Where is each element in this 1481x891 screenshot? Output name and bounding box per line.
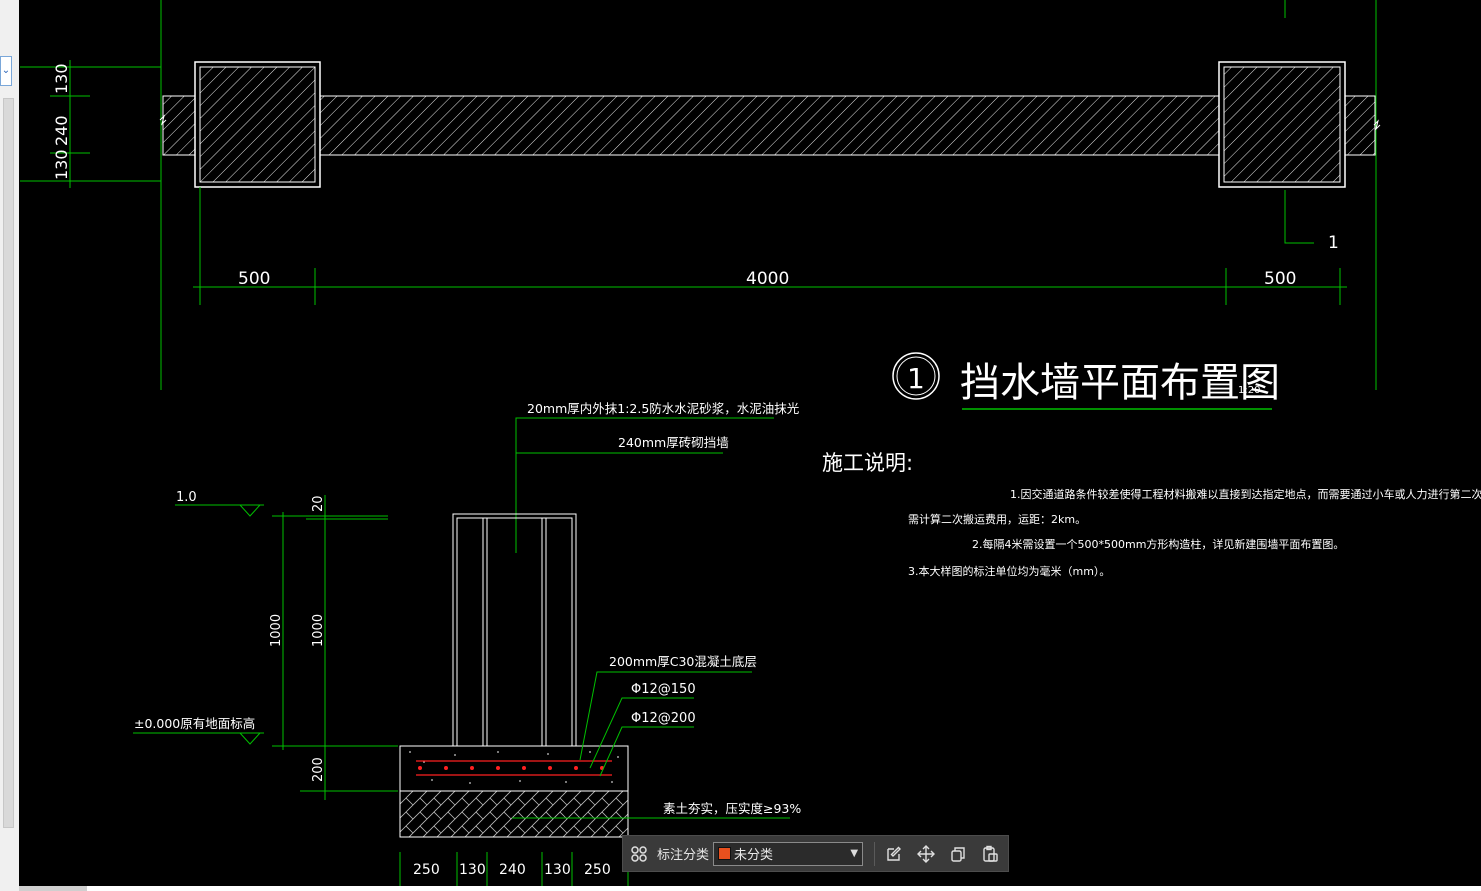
left-panel-gutter: ⌄ [0, 0, 19, 891]
chevron-down-icon: ▼ [850, 848, 859, 859]
annotation-category-label: 标注分类 [657, 848, 710, 863]
plan-dim-130-bottom: 130 [52, 149, 71, 180]
note-3: 3.本大样图的标注单位均为毫米（mm）。 [908, 564, 1110, 578]
section-marker: 1 [1328, 233, 1339, 253]
plan-dim-500-left: 500 [238, 269, 270, 289]
copy-icon[interactable] [942, 839, 974, 869]
plan-view: 130 240 130 500 4000 500 1 1 挡水墙平面布置图 1:… [20, 0, 1381, 410]
notes-heading: 施工说明: [822, 451, 913, 475]
section-dim-130-right: 130 [544, 862, 571, 878]
section-dim-1000-outer: 1000 [269, 614, 284, 647]
title-number: 1 [907, 362, 925, 395]
panel-toggle-button[interactable]: ⌄ [0, 56, 12, 86]
category-grid-icon[interactable] [623, 839, 655, 869]
bottom-status-strip [19, 886, 1481, 891]
plan-dim-500-right: 500 [1264, 269, 1296, 289]
category-select-value: 未分类 [734, 848, 774, 863]
label-plaster: 20mm厚内外抹1:2.5防水水泥砂浆，水泥油抹光 [527, 401, 799, 416]
label-slab: 200mm厚C30混凝土底层 [609, 654, 757, 669]
plan-title: 挡水墙平面布置图 [960, 360, 1280, 406]
section-dim-200: 200 [311, 757, 326, 782]
move-icon[interactable] [910, 839, 942, 869]
construction-notes: 施工说明: 1.因交通道路条件较差使得工程材料搬难以直接到达指定地点，而需要通过… [822, 451, 1481, 578]
annotation-toolbar: 标注分类 未分类 ▼ [622, 835, 1009, 872]
label-soil: 素土夯实，压实度≥93% [663, 801, 801, 816]
edit-icon[interactable] [878, 839, 910, 869]
section-view: 20mm厚内外抹1:2.5防水水泥砂浆，水泥油抹光 240mm厚砖砌挡墙 200… [133, 401, 801, 891]
paste-icon[interactable] [974, 839, 1006, 869]
cad-drawing-canvas[interactable]: 130 240 130 500 4000 500 1 1 挡水墙平面布置图 1:… [19, 0, 1481, 891]
plan-dim-4000: 4000 [746, 269, 789, 289]
label-rebar-200: Φ12@200 [631, 711, 696, 726]
section-dim-1000-inner: 1000 [311, 614, 326, 647]
plan-dim-130-top: 130 [52, 63, 71, 94]
category-color-swatch [718, 847, 732, 860]
section-dim-top: 20 [311, 495, 326, 512]
plan-dim-240: 240 [52, 115, 71, 146]
brick-wall [456, 517, 573, 747]
panel-scrollbar[interactable] [3, 98, 14, 828]
label-wall: 240mm厚砖砌挡墙 [618, 435, 729, 450]
elevation-top: 1.0 [176, 490, 197, 505]
section-dim-130-left: 130 [459, 862, 486, 878]
annotation-category-select[interactable]: 未分类 ▼ [713, 841, 864, 866]
plan-scale: 1:20 [1238, 385, 1260, 396]
toolbar-separator [874, 841, 876, 866]
compacted-soil [399, 790, 629, 838]
note-1: 1.因交通道路条件较差使得工程材料搬难以直接到达指定地点，而需要通过小车或人力进… [1010, 487, 1481, 501]
note-2: 2.每隔4米需设置一个500*500mm方形构造柱，详见新建围墙平面布置图。 [972, 537, 1344, 551]
section-dim-250-left: 250 [413, 862, 440, 878]
elevation-ground: ±0.000原有地面标高 [134, 716, 255, 731]
wall-band [162, 95, 1376, 156]
section-dim-240: 240 [499, 862, 526, 878]
note-1-cont: 需计算二次搬运费用，运距：2km。 [908, 512, 1086, 526]
label-rebar-150: Φ12@150 [631, 682, 696, 697]
section-dim-250-right: 250 [584, 862, 611, 878]
concrete-slab [399, 745, 629, 792]
